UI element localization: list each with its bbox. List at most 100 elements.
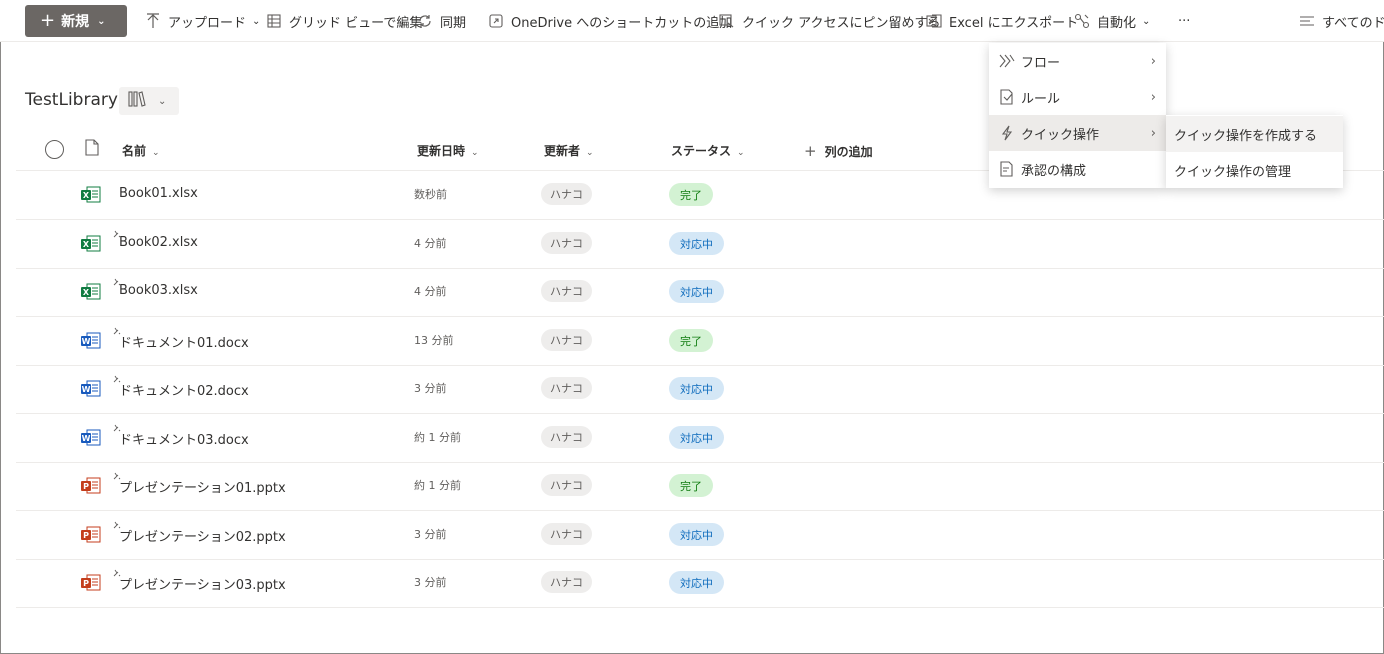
upload-button[interactable]: アップロード ⌄ xyxy=(144,0,260,41)
view-options-button[interactable]: すべてのドキ xyxy=(1298,0,1384,41)
manage-quick-actions-label: クイック操作の管理 xyxy=(1174,164,1292,180)
svg-text:P: P xyxy=(83,531,89,540)
plus-icon: + xyxy=(804,142,817,160)
modified-by-badge[interactable]: ハナコ xyxy=(541,280,592,302)
excel-export-icon xyxy=(925,12,943,30)
library-icon xyxy=(128,91,146,111)
status-badge: 対応中 xyxy=(669,571,724,594)
table-row[interactable]: W ドキュメント01.docx 13 分前 ハナコ 完了 xyxy=(16,317,1384,366)
library-view-switcher[interactable]: ⌄ xyxy=(119,87,179,115)
modified-by-badge[interactable]: ハナコ xyxy=(541,474,592,496)
status-badge: 対応中 xyxy=(669,232,724,255)
lightning-icon xyxy=(998,124,1016,142)
chevron-right-icon: › xyxy=(1150,89,1156,105)
chevron-down-icon: ⌄ xyxy=(586,148,594,158)
file-name[interactable]: ドキュメント02.docx xyxy=(119,380,249,399)
table-row[interactable]: P プレゼンテーション02.pptx 3 分前 ハナコ 対応中 xyxy=(16,511,1384,560)
chevron-down-icon: ⌄ xyxy=(97,15,106,27)
word-file-icon: W xyxy=(81,332,101,353)
export-excel-button[interactable]: Excel にエクスポート xyxy=(925,0,1079,41)
onedrive-shortcut-label: OneDrive へのショートカットの追加 xyxy=(511,15,733,31)
modified-time: 3 分前 xyxy=(414,382,447,395)
select-all-checkbox[interactable] xyxy=(45,140,64,159)
library-title: TestLibrary xyxy=(25,90,118,110)
column-name-header[interactable]: 名前 ⌄ xyxy=(122,142,160,159)
column-modified-by-header[interactable]: 更新者 ⌄ xyxy=(544,142,594,159)
file-name[interactable]: プレゼンテーション01.pptx xyxy=(119,477,286,496)
export-excel-label: Excel にエクスポート xyxy=(949,15,1079,31)
modified-time: 約 1 分前 xyxy=(414,431,461,444)
manage-quick-actions-item[interactable]: クイック操作の管理 xyxy=(1166,152,1343,188)
modified-time: 約 1 分前 xyxy=(414,479,461,492)
excel-file-icon: X xyxy=(81,235,101,256)
file-name[interactable]: Book03.xlsx xyxy=(119,283,198,298)
file-type-icon[interactable] xyxy=(85,139,99,159)
sync-label: 同期 xyxy=(440,15,467,31)
modified-by-badge[interactable]: ハナコ xyxy=(541,329,592,351)
create-quick-action-item[interactable]: クイック操作を作成する xyxy=(1166,116,1343,152)
file-name[interactable]: Book01.xlsx xyxy=(119,186,198,201)
table-row[interactable]: X Book02.xlsx 4 分前 ハナコ 対応中 xyxy=(16,220,1384,269)
grid-view-edit-button[interactable]: グリッド ビューで編集 xyxy=(265,0,423,41)
status-badge: 対応中 xyxy=(669,426,724,449)
modified-time: 3 分前 xyxy=(414,528,447,541)
chevron-down-icon: ⌄ xyxy=(1142,15,1151,27)
modified-by-badge[interactable]: ハナコ xyxy=(541,183,592,205)
shortcut-icon xyxy=(487,12,505,30)
column-status-header[interactable]: ステータス ⌄ xyxy=(671,142,745,159)
file-name[interactable]: ドキュメント03.docx xyxy=(119,429,249,448)
menu-item-quick-actions[interactable]: クイック操作 › xyxy=(989,115,1166,151)
automate-button[interactable]: 自動化 ⌄ xyxy=(1073,0,1151,41)
menu-item-rules[interactable]: ルール › xyxy=(989,79,1166,115)
more-button[interactable]: ··· xyxy=(1178,0,1191,41)
upload-arrow-icon xyxy=(144,12,162,30)
modified-time: 13 分前 xyxy=(414,334,454,347)
powerpoint-file-icon: P xyxy=(81,526,101,547)
table-row[interactable]: X Book03.xlsx 4 分前 ハナコ 対応中 xyxy=(16,268,1384,317)
table-row[interactable]: P プレゼンテーション03.pptx 3 分前 ハナコ 対応中 xyxy=(16,559,1384,608)
modified-time: 4 分前 xyxy=(414,285,447,298)
sync-button[interactable]: 同期 xyxy=(416,0,467,41)
table-row[interactable]: W ドキュメント02.docx 3 分前 ハナコ 対応中 xyxy=(16,365,1384,414)
grid-view-label: グリッド ビューで編集 xyxy=(289,15,423,31)
modified-by-badge[interactable]: ハナコ xyxy=(541,523,592,545)
create-quick-action-label: クイック操作を作成する xyxy=(1174,128,1318,144)
modified-by-badge[interactable]: ハナコ xyxy=(541,232,592,254)
svg-text:X: X xyxy=(83,288,90,297)
svg-text:W: W xyxy=(82,434,91,443)
status-badge: 完了 xyxy=(669,474,713,497)
automate-label: 自動化 xyxy=(1097,15,1137,31)
pin-quick-access-label: クイック アクセスにピン留めする xyxy=(742,15,941,31)
menu-item-approvals-label: 承認の構成 xyxy=(1021,163,1087,179)
modified-by-badge[interactable]: ハナコ xyxy=(541,426,592,448)
sync-icon xyxy=(416,12,434,30)
svg-text:W: W xyxy=(82,385,91,394)
file-name[interactable]: プレゼンテーション03.pptx xyxy=(119,574,286,593)
upload-label: アップロード xyxy=(168,15,247,31)
automate-menu: フロー › ルール › クイック操作 › 承認の構成 xyxy=(989,43,1166,188)
modified-by-badge[interactable]: ハナコ xyxy=(541,377,592,399)
add-column-button[interactable]: + 列の追加 xyxy=(804,142,873,160)
new-button[interactable]: + 新規 ⌄ xyxy=(25,5,127,37)
svg-text:X: X xyxy=(83,191,90,200)
menu-item-flow-label: フロー xyxy=(1021,55,1061,71)
automate-icon xyxy=(1073,12,1091,30)
more-icon: ··· xyxy=(1178,13,1191,29)
table-row[interactable]: W ドキュメント03.docx 約 1 分前 ハナコ 対応中 xyxy=(16,414,1384,463)
flow-icon xyxy=(998,52,1016,70)
status-badge: 対応中 xyxy=(669,523,724,546)
menu-item-approvals[interactable]: 承認の構成 xyxy=(989,151,1166,187)
menu-item-flow[interactable]: フロー › xyxy=(989,43,1166,79)
column-name-label: 名前 xyxy=(122,144,147,158)
word-file-icon: W xyxy=(81,380,101,401)
column-modified-header[interactable]: 更新日時 ⌄ xyxy=(417,142,479,159)
file-name[interactable]: Book02.xlsx xyxy=(119,235,198,250)
modified-by-badge[interactable]: ハナコ xyxy=(541,571,592,593)
file-name[interactable]: プレゼンテーション02.pptx xyxy=(119,526,286,545)
excel-file-icon: X xyxy=(81,283,101,304)
svg-text:P: P xyxy=(83,579,89,588)
table-row[interactable]: P プレゼンテーション01.pptx 約 1 分前 ハナコ 完了 xyxy=(16,462,1384,511)
file-name[interactable]: ドキュメント01.docx xyxy=(119,332,249,351)
pin-quick-access-button[interactable]: クイック アクセスにピン留めする xyxy=(718,0,941,41)
onedrive-shortcut-button[interactable]: OneDrive へのショートカットの追加 xyxy=(487,0,733,41)
